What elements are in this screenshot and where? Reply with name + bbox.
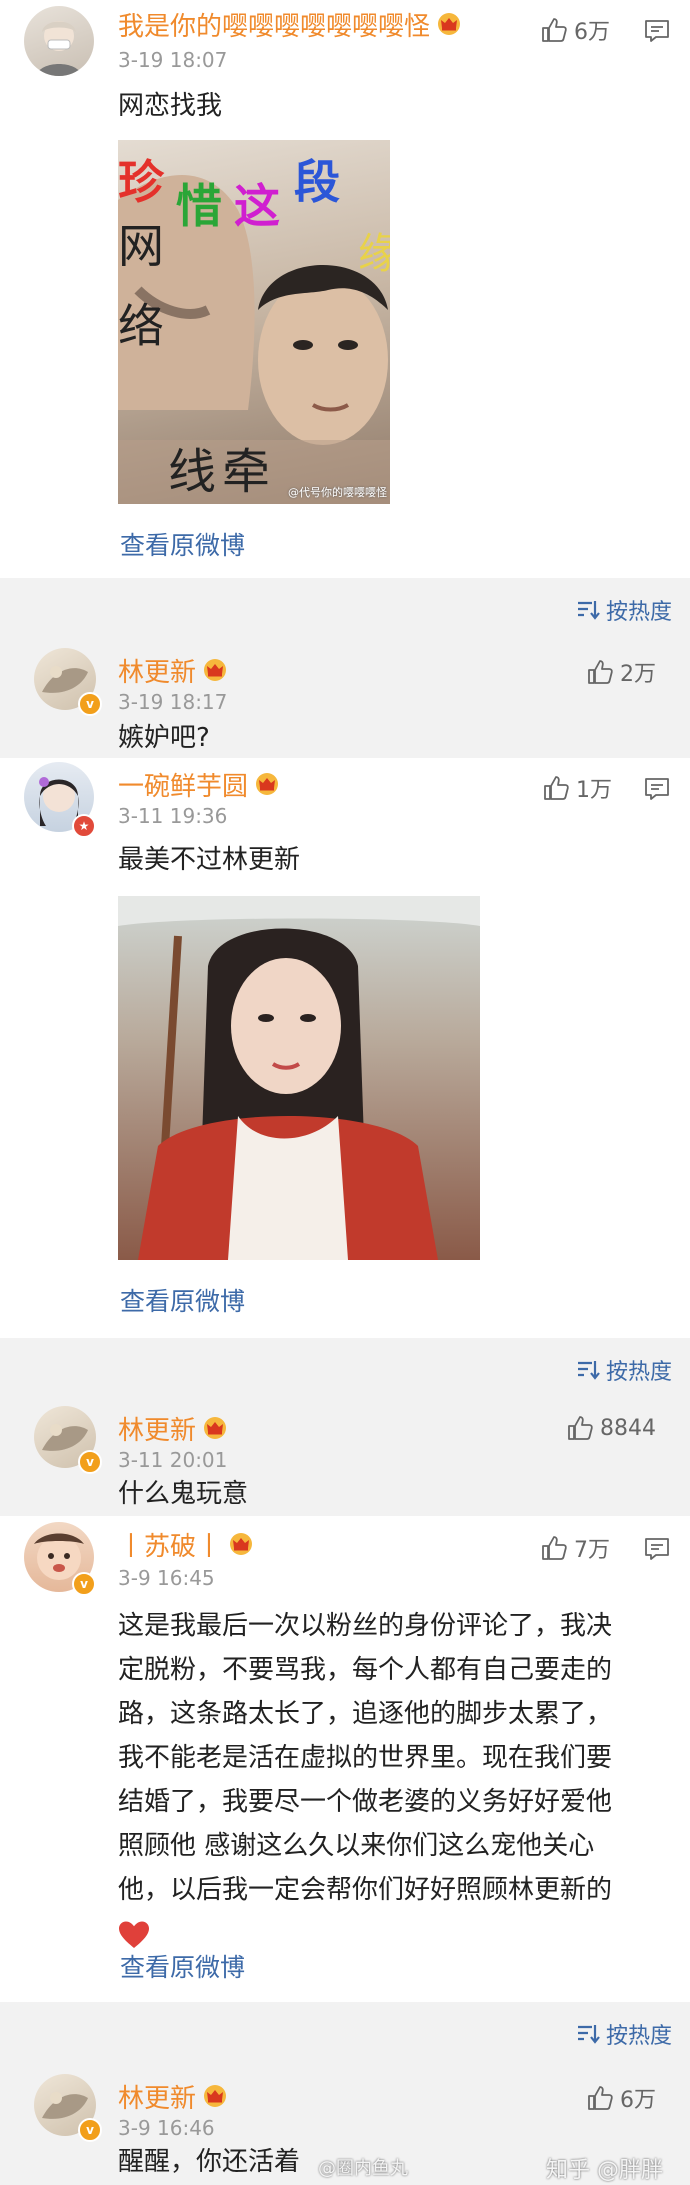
like-button[interactable]: 8844 [566, 1414, 656, 1442]
sort-label: 按热度 [605, 2024, 672, 2049]
avatar[interactable] [24, 6, 94, 76]
verified-badge-icon: v [72, 1572, 96, 1596]
post-text-line: 他，以后我一定会帮你们好好照顾林更新的 [118, 1875, 613, 1905]
crown-icon [202, 2084, 228, 2115]
sort-icon [576, 599, 600, 621]
sort-by-hot-button[interactable]: 按热度 [576, 1354, 672, 1386]
image-text-char: 缘 [358, 229, 390, 278]
reply-time: 3-19 18:17 [118, 690, 228, 714]
image-text-char: 惜 [176, 179, 222, 233]
reply-card: v 林更新 3-11 20:01 8844 什么鬼玩意 [0, 1398, 690, 1516]
verified-badge-icon: v [78, 692, 102, 716]
footer-watermark: @圈内鱼丸 [318, 2158, 408, 2179]
thumb-up-icon [540, 16, 568, 44]
post-time: 3-19 18:07 [118, 48, 228, 72]
sort-icon [576, 2023, 600, 2045]
crown-icon [254, 772, 280, 803]
user-name-text: 我是你的嘤嘤嘤嘤嘤嘤嘤怪 [118, 12, 431, 42]
post-text-line: 结婚了，我要尽一个做老婆的义务好好爱他 [118, 1787, 613, 1817]
thumb-up-icon [566, 1414, 594, 1442]
reply-card: v 林更新 3-19 18:17 2万 嫉妒吧? [0, 640, 690, 758]
post-text-line: 我不能老是活在虚拟的世界里。现在我们要 [118, 1743, 613, 1773]
reply-text: 嫉妒吧? [118, 723, 210, 753]
post-time: 3-11 19:36 [118, 804, 228, 828]
thumb-up-icon [542, 774, 570, 802]
thumb-up-icon [586, 2084, 614, 2112]
reply-time: 3-11 20:01 [118, 1448, 228, 1472]
post-text-line: 这是我最后一次以粉丝的身份评论了，我决 [118, 1611, 613, 1641]
post-time: 3-9 16:45 [118, 1566, 215, 1590]
reply-card: v 林更新 3-9 16:46 6万 醒醒，你还活着 @圈内鱼丸 知乎 @胖胖 [0, 2064, 690, 2185]
like-button[interactable]: 6万 [540, 14, 610, 46]
sort-icon [576, 1359, 600, 1381]
reply-text: 醒醒，你还活着 [118, 2147, 301, 2177]
user-name-text: 林更新 [118, 1416, 197, 1446]
sort-label: 按热度 [605, 600, 672, 625]
like-count: 1万 [576, 778, 612, 803]
user-name[interactable]: 林更新 [118, 2078, 228, 2115]
verified-badge-icon: v [78, 1450, 102, 1474]
image-text-char: 牵 [222, 444, 271, 500]
crown-icon [228, 1532, 254, 1563]
view-original-link[interactable]: 查看原微博 [120, 1948, 245, 1984]
thumb-up-icon [586, 658, 614, 686]
sort-bar: 按热度 [0, 2002, 690, 2064]
post-text: 最美不过林更新 [118, 845, 301, 875]
verified-badge-icon: ★ [72, 814, 96, 838]
like-button[interactable]: 2万 [586, 656, 656, 688]
verified-badge-icon: v [78, 2118, 102, 2142]
comment-icon[interactable] [643, 775, 671, 803]
like-button[interactable]: 6万 [586, 2082, 656, 2114]
crown-icon [436, 12, 462, 43]
image-text-char: 络 [118, 299, 164, 353]
image-text-char: 珍 [118, 155, 164, 209]
post-text-line: 定脱粉，不要骂我，每个人都有自己要走的 [118, 1655, 613, 1685]
user-name-text: 一碗鲜芋圆 [118, 772, 249, 802]
post-card: 我是你的嘤嘤嘤嘤嘤嘤嘤怪 3-19 18:07 6万 网恋找我 珍 惜 这 段 … [0, 0, 690, 578]
post-text-line: 路，这条路太长了，追逐他的脚步太累了， [118, 1699, 613, 1729]
like-count: 2万 [620, 662, 656, 687]
image-text-char: 这 [234, 179, 280, 233]
post-text: 网恋找我 [118, 91, 223, 121]
like-count: 7万 [574, 1538, 610, 1563]
footer-watermark: 知乎 @胖胖 [546, 2158, 663, 2183]
user-name-text: 林更新 [118, 658, 197, 688]
crown-icon [202, 1416, 228, 1447]
crown-icon [202, 658, 228, 689]
like-count: 6万 [574, 20, 610, 45]
like-count: 8844 [600, 1415, 656, 1441]
sort-bar: 按热度 [0, 578, 690, 640]
post-image[interactable]: 珍 惜 这 段 网 络 线 牵 缘 @代号你的嘤嘤嘤怪 [118, 140, 390, 504]
user-name[interactable]: 林更新 [118, 1410, 228, 1447]
view-original-link[interactable]: 查看原微博 [120, 1282, 245, 1318]
thumb-up-icon [540, 1534, 568, 1562]
comment-icon[interactable] [643, 1535, 671, 1563]
user-name[interactable]: 我是你的嘤嘤嘤嘤嘤嘤嘤怪 [118, 6, 462, 43]
user-name-text: 丨苏破丨 [118, 1532, 223, 1562]
image-text-char: 线 [168, 444, 217, 500]
image-text-char: 网 [118, 219, 164, 273]
sort-by-hot-button[interactable]: 按热度 [576, 594, 672, 626]
user-name-text: 林更新 [118, 2084, 197, 2114]
view-original-link[interactable]: 查看原微博 [120, 526, 245, 562]
post-text-line: 照顾他 感谢这么久以来你们这么宠他关心 [118, 1831, 595, 1861]
post-image[interactable] [118, 896, 480, 1260]
like-count: 6万 [620, 2088, 656, 2113]
post-text: 这是我最后一次以粉丝的身份评论了，我决 定脱粉，不要骂我，每个人都有自己要走的 … [118, 1604, 678, 1956]
post-card: v 丨苏破丨 3-9 16:45 7万 这是我最后一次以粉丝的身份评论了，我决 … [0, 1516, 690, 2002]
like-button[interactable]: 7万 [540, 1532, 610, 1564]
sort-label: 按热度 [605, 1360, 672, 1385]
image-watermark: @代号你的嘤嘤嘤怪 [288, 486, 387, 499]
sort-bar: 按热度 [0, 1338, 690, 1398]
post-card: ★ 一碗鲜芋圆 3-11 19:36 1万 最美不过林更新 查看原微博 [0, 758, 690, 1338]
image-text-char: 段 [294, 155, 340, 209]
user-name[interactable]: 丨苏破丨 [118, 1526, 254, 1563]
sort-by-hot-button[interactable]: 按热度 [576, 2018, 672, 2050]
like-button[interactable]: 1万 [542, 772, 612, 804]
comment-icon[interactable] [643, 17, 671, 45]
user-name[interactable]: 林更新 [118, 652, 228, 689]
reply-time: 3-9 16:46 [118, 2116, 215, 2140]
user-name[interactable]: 一碗鲜芋圆 [118, 766, 280, 803]
reply-text: 什么鬼玩意 [118, 1479, 249, 1509]
